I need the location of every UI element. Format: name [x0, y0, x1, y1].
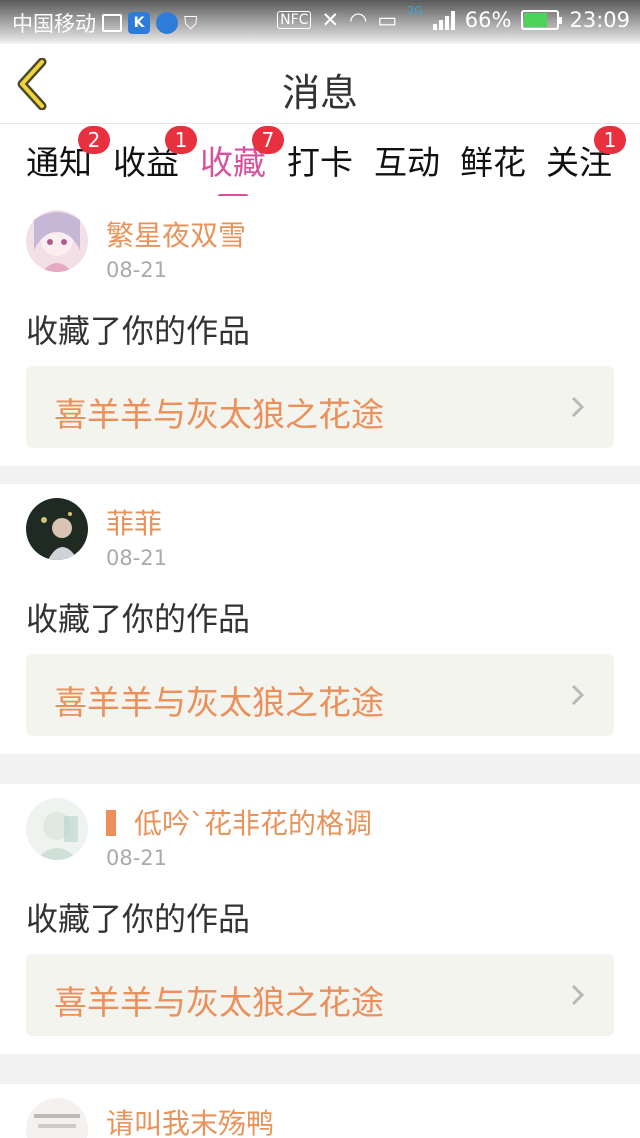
clock: 23:09	[569, 8, 630, 32]
avatar[interactable]	[26, 1098, 88, 1138]
tab-follow[interactable]: 关注 1	[546, 126, 626, 184]
list-item: 菲菲 08-21 收藏了你的作品 喜羊羊与灰太狼之花途	[0, 484, 640, 754]
tab-bar: 通知 2 收益 1 收藏 7 打卡 互动 鲜花 关注 1	[0, 124, 640, 198]
tab-earnings[interactable]: 收益 1	[113, 126, 197, 184]
action-text: 收藏了你的作品	[26, 600, 251, 638]
username[interactable]: 繁星夜双雪	[106, 214, 246, 254]
network-type: 2G	[407, 3, 423, 17]
date-label: 08-21	[106, 258, 168, 282]
tab-favorites[interactable]: 收藏 7	[200, 126, 284, 198]
tab-label: 鲜花	[460, 143, 526, 182]
username-text: 低吟ˋ花非花的格调	[134, 807, 373, 840]
avatar-image	[26, 210, 88, 272]
tab-badge: 7	[252, 126, 284, 154]
username[interactable]: 菲菲	[106, 502, 162, 542]
carrier-label: 中国移动	[12, 12, 96, 36]
battery-percent: 66%	[464, 8, 512, 32]
tab-label: 打卡	[287, 143, 353, 182]
page-title: 消息	[281, 71, 358, 115]
work-link[interactable]: 喜羊羊与灰太狼之花途	[26, 654, 614, 736]
chevron-right-icon	[571, 396, 585, 418]
list-item: 繁星夜双雪 08-21 收藏了你的作品 喜羊羊与灰太狼之花途	[0, 196, 640, 466]
work-link[interactable]: 喜羊羊与灰太狼之花途	[26, 954, 614, 1036]
browser-icon	[156, 12, 178, 34]
image-icon	[102, 14, 122, 32]
battery-icon	[521, 10, 563, 30]
signal-icon	[432, 10, 455, 30]
action-text: 收藏了你的作品	[26, 900, 251, 938]
username[interactable]: 请叫我末殇鸭	[106, 1102, 274, 1138]
list-item: 请叫我末殇鸭	[0, 1084, 640, 1138]
nfc-icon: NFC	[277, 11, 312, 29]
shield-icon: ⛉	[184, 12, 198, 34]
app-header: 消息	[0, 44, 640, 124]
wifi-icon: ◠	[349, 8, 368, 32]
avatar[interactable]	[26, 798, 88, 860]
sim-icon: ▭	[377, 8, 398, 32]
action-text: 收藏了你的作品	[26, 312, 251, 350]
avatar-image	[26, 498, 88, 560]
work-link[interactable]: 喜羊羊与灰太狼之花途	[26, 366, 614, 448]
username[interactable]: 低吟ˋ花非花的格调	[106, 802, 372, 842]
k-app-icon: K	[128, 12, 150, 34]
chevron-right-icon	[571, 984, 585, 1006]
user-marker	[106, 810, 116, 836]
status-bar: 中国移动 K ⛉ NFC ✕ ◠ ▭ 2G 66% 23:09	[0, 0, 640, 44]
work-title: 喜羊羊与灰太狼之花途	[54, 683, 384, 722]
avatar[interactable]	[26, 498, 88, 560]
tab-badge: 2	[78, 126, 110, 154]
mute-icon: ✕	[321, 8, 340, 32]
tab-interaction[interactable]: 互动	[374, 136, 440, 184]
avatar-image	[26, 798, 88, 860]
avatar-image	[26, 1098, 88, 1138]
work-title: 喜羊羊与灰太狼之花途	[54, 395, 384, 434]
chevron-right-icon	[571, 684, 585, 706]
tab-label: 互动	[374, 143, 440, 182]
work-title: 喜羊羊与灰太狼之花途	[54, 983, 384, 1022]
tab-badge: 1	[594, 126, 626, 154]
list-item: 低吟ˋ花非花的格调 08-21 收藏了你的作品 喜羊羊与灰太狼之花途	[0, 784, 640, 1054]
tab-checkin[interactable]: 打卡	[287, 136, 353, 184]
avatar[interactable]	[26, 210, 88, 272]
tab-badge: 1	[165, 126, 197, 154]
tab-notice[interactable]: 通知 2	[26, 126, 110, 184]
tab-flowers[interactable]: 鲜花	[460, 136, 526, 184]
date-label: 08-21	[106, 546, 168, 570]
date-label: 08-21	[106, 846, 168, 870]
